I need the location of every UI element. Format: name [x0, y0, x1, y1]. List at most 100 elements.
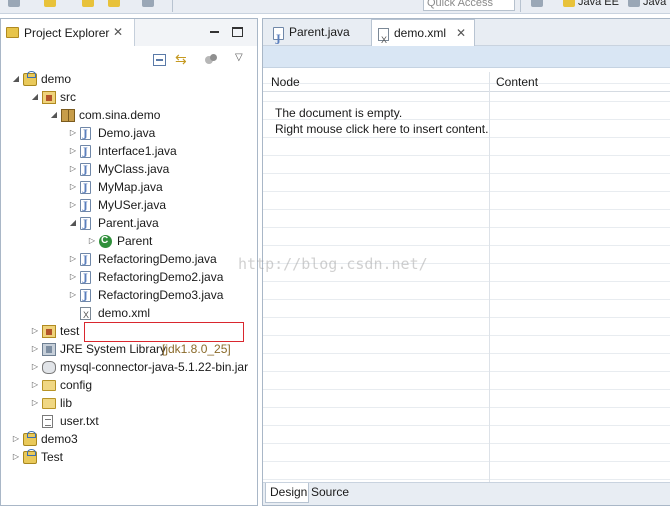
collapsed-arrow-icon[interactable]: ▷	[30, 376, 40, 394]
java-file-icon	[80, 180, 91, 198]
expanded-arrow-icon[interactable]: ◢	[11, 70, 21, 88]
collapse-all-icon[interactable]	[153, 54, 166, 66]
java-file-icon	[273, 26, 284, 53]
tree-item[interactable]: ▷ MyMap.java	[1, 178, 257, 198]
quick-access-input[interactable]: Quick Access	[423, 0, 515, 11]
java-file-icon	[80, 216, 91, 234]
tree-item[interactable]: demo.xml	[1, 304, 257, 324]
collapsed-arrow-icon[interactable]: ▷	[68, 124, 78, 142]
open-perspective-icon[interactable]	[531, 0, 543, 7]
collapsed-arrow-icon[interactable]: ▷	[68, 160, 78, 178]
tree-item[interactable]: ▷ JRE System Library [jdk1.8.0_25]	[1, 340, 257, 358]
java-file-icon	[80, 144, 91, 162]
tree-item-label: MyClass.java	[98, 162, 170, 176]
nav-arrow-icon[interactable]	[142, 0, 154, 7]
tree-item[interactable]: ▷ Parent	[1, 232, 257, 250]
close-icon[interactable]: ✕	[113, 25, 123, 39]
tree-item[interactable]: ▷ Demo.java	[1, 124, 257, 144]
jar-icon	[42, 361, 56, 374]
tab-design[interactable]: Design	[265, 483, 309, 503]
tab-demo-xml[interactable]: demo.xml ✕	[371, 19, 475, 54]
collapsed-arrow-icon[interactable]: ▷	[68, 178, 78, 196]
collapsed-arrow-icon[interactable]: ▷	[30, 322, 40, 340]
expanded-arrow-icon[interactable]: ◢	[30, 88, 40, 106]
minimize-button[interactable]	[209, 27, 220, 37]
project-icon	[23, 431, 37, 446]
expanded-arrow-icon[interactable]: ◢	[68, 214, 78, 232]
project-explorer-view: Project Explorer ✕ ▽ ◢demo◢src◢com.sina.…	[0, 18, 258, 506]
class-icon	[99, 232, 112, 250]
source-folder-icon	[42, 325, 56, 338]
empty-message[interactable]: The document is empty.	[275, 106, 402, 120]
column-header: Node Content	[263, 72, 670, 92]
perspective-java-ee[interactable]: Java EE	[563, 0, 619, 9]
tab-project-explorer[interactable]: Project Explorer ✕	[1, 19, 135, 46]
package-icon	[61, 109, 75, 122]
back-arrow-icon[interactable]	[82, 0, 94, 7]
tree-item[interactable]: ▷ MyUSer.java	[1, 196, 257, 216]
main-toolbar: Quick Access Java EE Java	[0, 0, 670, 14]
tree-item[interactable]: ▷ MyClass.java	[1, 160, 257, 180]
tree-item-label: Parent.java	[98, 216, 159, 230]
forward-arrow-icon[interactable]	[108, 0, 120, 7]
project-icon	[23, 71, 37, 86]
tree-item-label: demo.xml	[98, 306, 151, 320]
text-file-icon	[42, 415, 53, 428]
java-ee-perspective-icon	[563, 0, 575, 8]
tree-item-label: MyMap.java	[98, 180, 163, 194]
run-icon[interactable]	[44, 0, 56, 7]
toolbar-tool-icon[interactable]	[8, 0, 20, 7]
collapsed-arrow-icon[interactable]: ▷	[68, 142, 78, 160]
tree-item[interactable]: user.txt	[1, 412, 257, 430]
collapsed-arrow-icon[interactable]: ▷	[68, 196, 78, 214]
insert-hint[interactable]: Right mouse click here to insert content…	[275, 122, 488, 136]
tree-item-label: Parent	[117, 234, 153, 248]
collapsed-arrow-icon[interactable]: ▷	[11, 430, 21, 448]
tree-item[interactable]: ▷ RefactoringDemo3.java	[1, 286, 257, 306]
java-file-icon	[80, 270, 91, 288]
perspective-label: Java	[643, 0, 667, 8]
tree-item[interactable]: ◢ com.sina.demo	[1, 106, 257, 124]
tree-item[interactable]: ▷ mysql-connector-java-5.1.22-bin.jar	[1, 358, 257, 376]
column-divider[interactable]	[489, 72, 490, 482]
view-title: Project Explorer	[24, 26, 110, 40]
tree-item[interactable]: ▷ RefactoringDemo.java	[1, 250, 257, 270]
tree-item-label: demo	[41, 72, 72, 86]
tree-item[interactable]: ▷ Interface1.java	[1, 142, 257, 162]
maximize-button[interactable]	[232, 27, 243, 37]
tab-source[interactable]: Source	[311, 483, 349, 501]
close-icon[interactable]: ✕	[456, 20, 466, 47]
perspective-java[interactable]: Java	[628, 0, 666, 9]
tree-item-label: RefactoringDemo.java	[98, 252, 217, 266]
collapsed-arrow-icon[interactable]: ▷	[30, 394, 40, 412]
tree-item[interactable]: ◢ src	[1, 88, 257, 106]
expanded-arrow-icon[interactable]: ◢	[49, 106, 59, 124]
collapsed-arrow-icon[interactable]: ▷	[68, 268, 78, 286]
java-file-icon	[80, 126, 91, 144]
tree-item[interactable]: ▷ lib	[1, 394, 257, 412]
link-with-editor-icon[interactable]	[175, 51, 188, 68]
tree-item[interactable]: ◢ demo	[1, 70, 257, 88]
tree-item[interactable]: ▷ demo3	[1, 430, 257, 448]
filter-icon[interactable]	[205, 54, 218, 66]
java-file-icon	[80, 162, 91, 180]
tree-item-label: com.sina.demo	[79, 108, 161, 122]
editor-tab-bar: Parent.java demo.xml ✕	[263, 19, 670, 54]
xml-file-icon	[378, 27, 389, 54]
collapsed-arrow-icon[interactable]: ▷	[30, 358, 40, 376]
collapsed-arrow-icon[interactable]: ▷	[68, 286, 78, 304]
tree-item[interactable]: ▷ RefactoringDemo2.java	[1, 268, 257, 288]
view-menu-icon[interactable]: ▽	[235, 52, 248, 64]
column-content[interactable]: Content	[496, 75, 538, 89]
column-node[interactable]: Node	[271, 75, 300, 89]
tree-item[interactable]: ▷ config	[1, 376, 257, 394]
collapsed-arrow-icon[interactable]: ▷	[68, 250, 78, 268]
collapsed-arrow-icon[interactable]: ▷	[30, 340, 40, 358]
tree-item-label: lib	[60, 396, 73, 410]
tree-item[interactable]: ▷ Test	[1, 448, 257, 466]
tree-item-decoration: [jdk1.8.0_25]	[162, 342, 231, 356]
tab-parent-java[interactable]: Parent.java	[267, 19, 369, 53]
tree-item[interactable]: ◢ Parent.java	[1, 214, 257, 234]
collapsed-arrow-icon[interactable]: ▷	[87, 232, 97, 250]
collapsed-arrow-icon[interactable]: ▷	[11, 448, 21, 466]
